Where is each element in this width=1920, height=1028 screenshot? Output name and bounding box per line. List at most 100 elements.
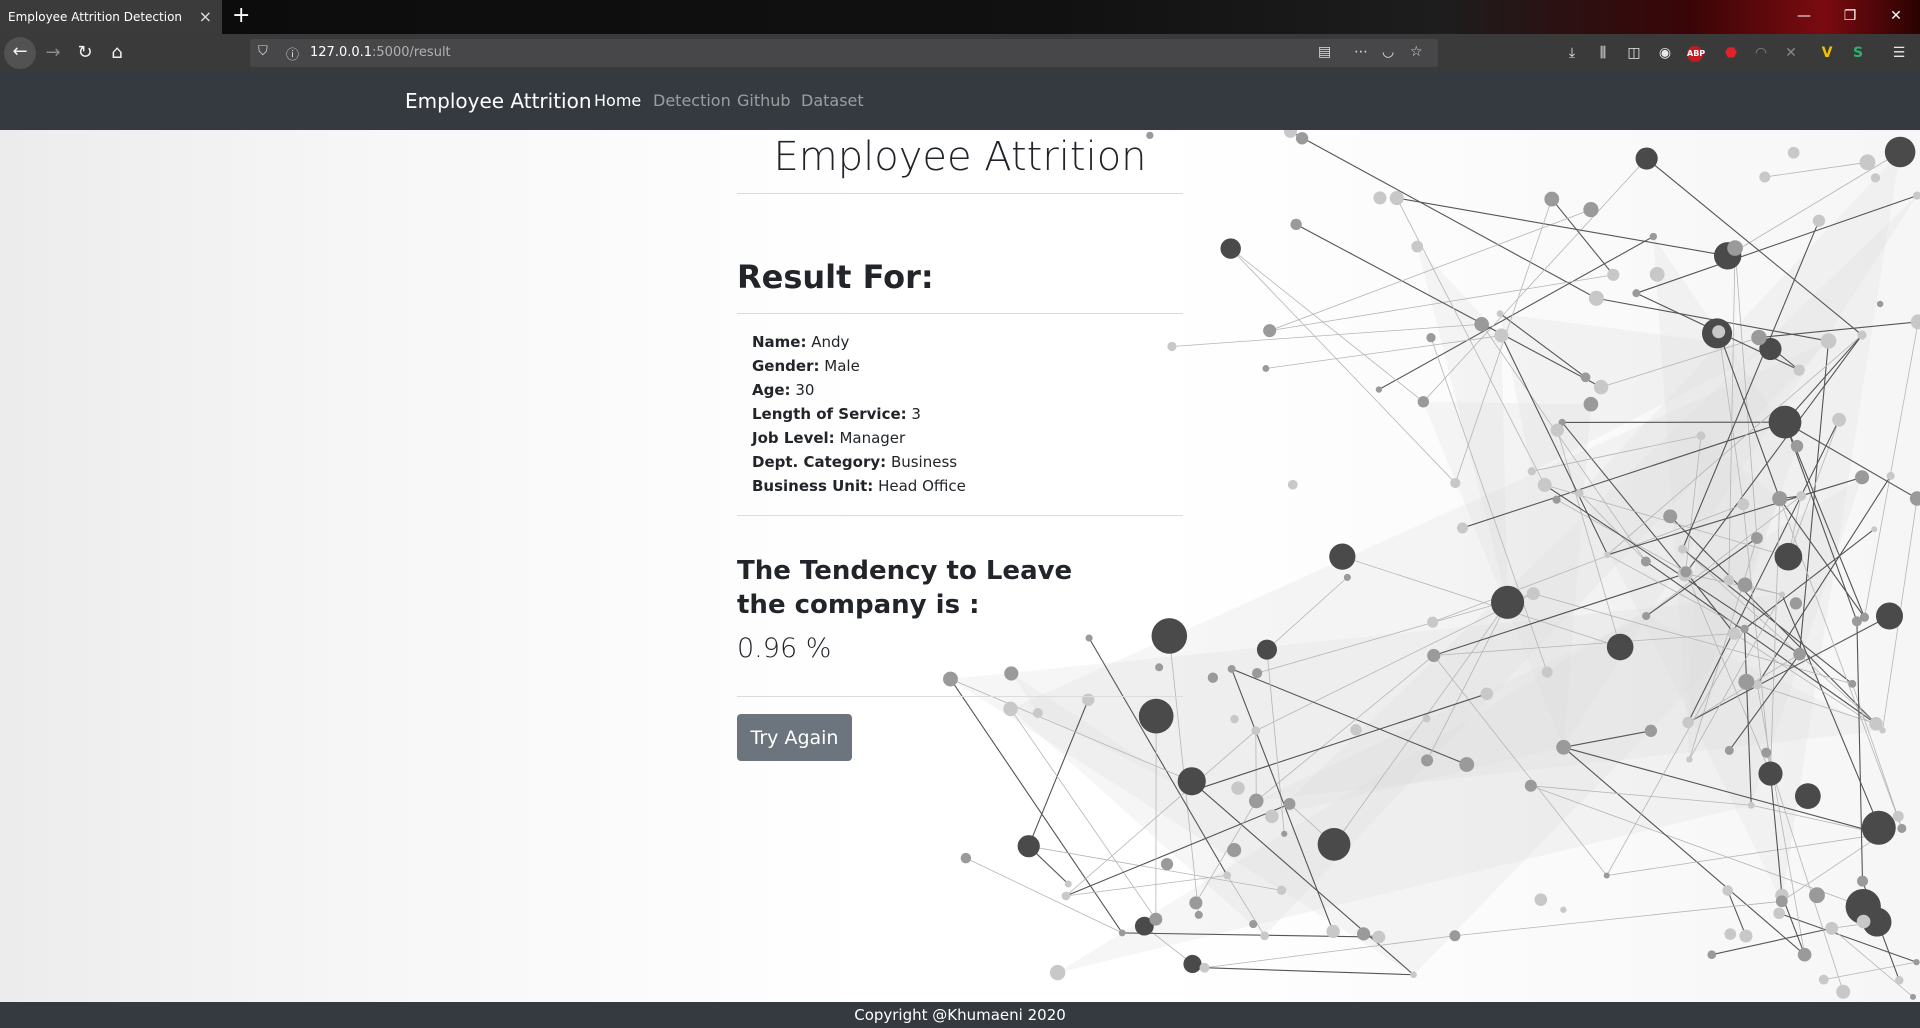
- address-bar[interactable]: ⛉ ⓘ 127.0.0.1:5000/result ▤ ⋯ ◡ ☆: [250, 39, 1438, 67]
- nav-link-github[interactable]: Github: [737, 72, 791, 130]
- home-icon[interactable]: ⌂: [102, 38, 132, 68]
- downloads-icon[interactable]: ⤓: [1561, 42, 1583, 64]
- network-node: [1876, 300, 1884, 308]
- network-node: [1223, 871, 1232, 880]
- network-node: [1912, 191, 1920, 200]
- pocket-icon[interactable]: ◡: [1382, 44, 1394, 60]
- network-node: [1909, 491, 1920, 506]
- new-tab-button[interactable]: +: [232, 2, 250, 30]
- network-node: [1550, 423, 1564, 437]
- network-node: [1712, 325, 1726, 339]
- network-line: [1823, 961, 1917, 981]
- fields-divider: [737, 515, 1183, 516]
- field-age: Age: 30: [752, 378, 814, 402]
- page-actions-icon[interactable]: ⋯: [1354, 44, 1368, 60]
- network-node: [1372, 930, 1386, 944]
- network-line: [1551, 198, 1614, 276]
- network-node: [1281, 830, 1288, 837]
- network-node: [1256, 639, 1277, 660]
- url-text[interactable]: 127.0.0.1:5000/result: [310, 39, 451, 67]
- network-node: [1527, 467, 1536, 476]
- network-node: [1199, 962, 1210, 973]
- network-node: [1724, 928, 1737, 940]
- tendency-divider: [737, 696, 1183, 697]
- network-node: [1560, 906, 1567, 913]
- network-node: [1851, 616, 1862, 627]
- network-node: [1262, 365, 1270, 372]
- network-node: [1524, 779, 1537, 792]
- network-node: [1064, 880, 1072, 888]
- nav-link-dataset[interactable]: Dataset: [801, 72, 864, 130]
- network-node: [1003, 701, 1018, 717]
- sidebar-icon[interactable]: ◫: [1623, 42, 1645, 64]
- reader-view-icon[interactable]: ▤: [1318, 44, 1331, 60]
- extension-x-icon[interactable]: ✕: [1780, 42, 1802, 64]
- bookmark-star-icon[interactable]: ☆: [1410, 44, 1423, 60]
- network-node: [1249, 920, 1258, 929]
- network-line: [1606, 833, 1883, 876]
- network-node: [1227, 843, 1242, 858]
- ublock-icon[interactable]: ⬣: [1720, 42, 1742, 64]
- network-node: [1580, 372, 1591, 383]
- network-node: [1160, 858, 1174, 871]
- network-line: [1269, 209, 1592, 332]
- network-node: [1295, 132, 1309, 145]
- nav-link-detection[interactable]: Detection: [653, 72, 731, 130]
- window-minimize-button[interactable]: —: [1784, 0, 1824, 34]
- network-line: [1204, 967, 1414, 976]
- network-node: [1032, 708, 1043, 718]
- network-node: [1410, 971, 1417, 979]
- forward-icon[interactable]: →: [38, 38, 68, 68]
- adblock-plus-icon[interactable]: ABP: [1687, 46, 1705, 62]
- extension-v-icon[interactable]: V: [1816, 42, 1838, 64]
- reload-icon[interactable]: ↻: [70, 38, 100, 68]
- network-node: [1248, 793, 1264, 809]
- network-node: [1682, 716, 1694, 729]
- network-node: [943, 671, 958, 687]
- extension-gray-icon[interactable]: ◠: [1750, 42, 1772, 64]
- network-line: [1396, 197, 1728, 257]
- network-node: [1856, 914, 1871, 929]
- tab-close-icon[interactable]: ×: [199, 0, 212, 34]
- back-icon[interactable]: ←: [4, 37, 36, 69]
- site-info-icon[interactable]: ⓘ: [286, 44, 299, 63]
- window-close-button[interactable]: ✕: [1876, 0, 1916, 34]
- network-node: [1350, 724, 1362, 736]
- browser-tab[interactable]: Employee Attrition Detection ×: [0, 0, 222, 34]
- network-node: [1797, 947, 1812, 962]
- network-node: [1870, 173, 1881, 183]
- network-node: [1818, 974, 1829, 985]
- network-node: [1774, 542, 1803, 571]
- url-path: :5000/result: [372, 45, 451, 60]
- account-icon[interactable]: ◉: [1654, 42, 1676, 64]
- network-node: [1389, 191, 1404, 206]
- network-node: [1183, 954, 1202, 974]
- network-node: [1541, 666, 1553, 678]
- extension-s-icon[interactable]: S: [1847, 42, 1869, 64]
- window-maximize-button[interactable]: ❐: [1830, 0, 1870, 34]
- network-node: [1747, 801, 1755, 809]
- network-node: [1603, 872, 1610, 879]
- network-node: [1151, 618, 1188, 654]
- browser-tab-title: Employee Attrition Detection: [8, 10, 183, 24]
- nav-link-home[interactable]: Home: [594, 72, 641, 130]
- network-node: [1411, 240, 1424, 253]
- network-node: [1836, 984, 1851, 999]
- network-node: [1892, 810, 1904, 822]
- network-node: [1737, 498, 1750, 511]
- menu-icon[interactable]: ☰: [1888, 42, 1910, 64]
- try-again-button[interactable]: Try Again: [737, 714, 852, 761]
- network-node: [1724, 745, 1734, 755]
- field-length-of-service: Length of Service: 3: [752, 402, 921, 426]
- tracking-shield-icon[interactable]: ⛉: [258, 44, 268, 59]
- network-node: [1686, 756, 1693, 763]
- network-node: [1004, 666, 1019, 681]
- library-icon[interactable]: ⫼: [1592, 42, 1614, 64]
- network-node: [1588, 290, 1604, 306]
- network-node: [1496, 310, 1504, 318]
- navbar-brand[interactable]: Employee Attrition: [405, 72, 592, 130]
- network-node: [1085, 634, 1093, 642]
- network-node: [1910, 314, 1920, 330]
- network-node: [1593, 379, 1609, 395]
- network-line: [1230, 248, 1424, 403]
